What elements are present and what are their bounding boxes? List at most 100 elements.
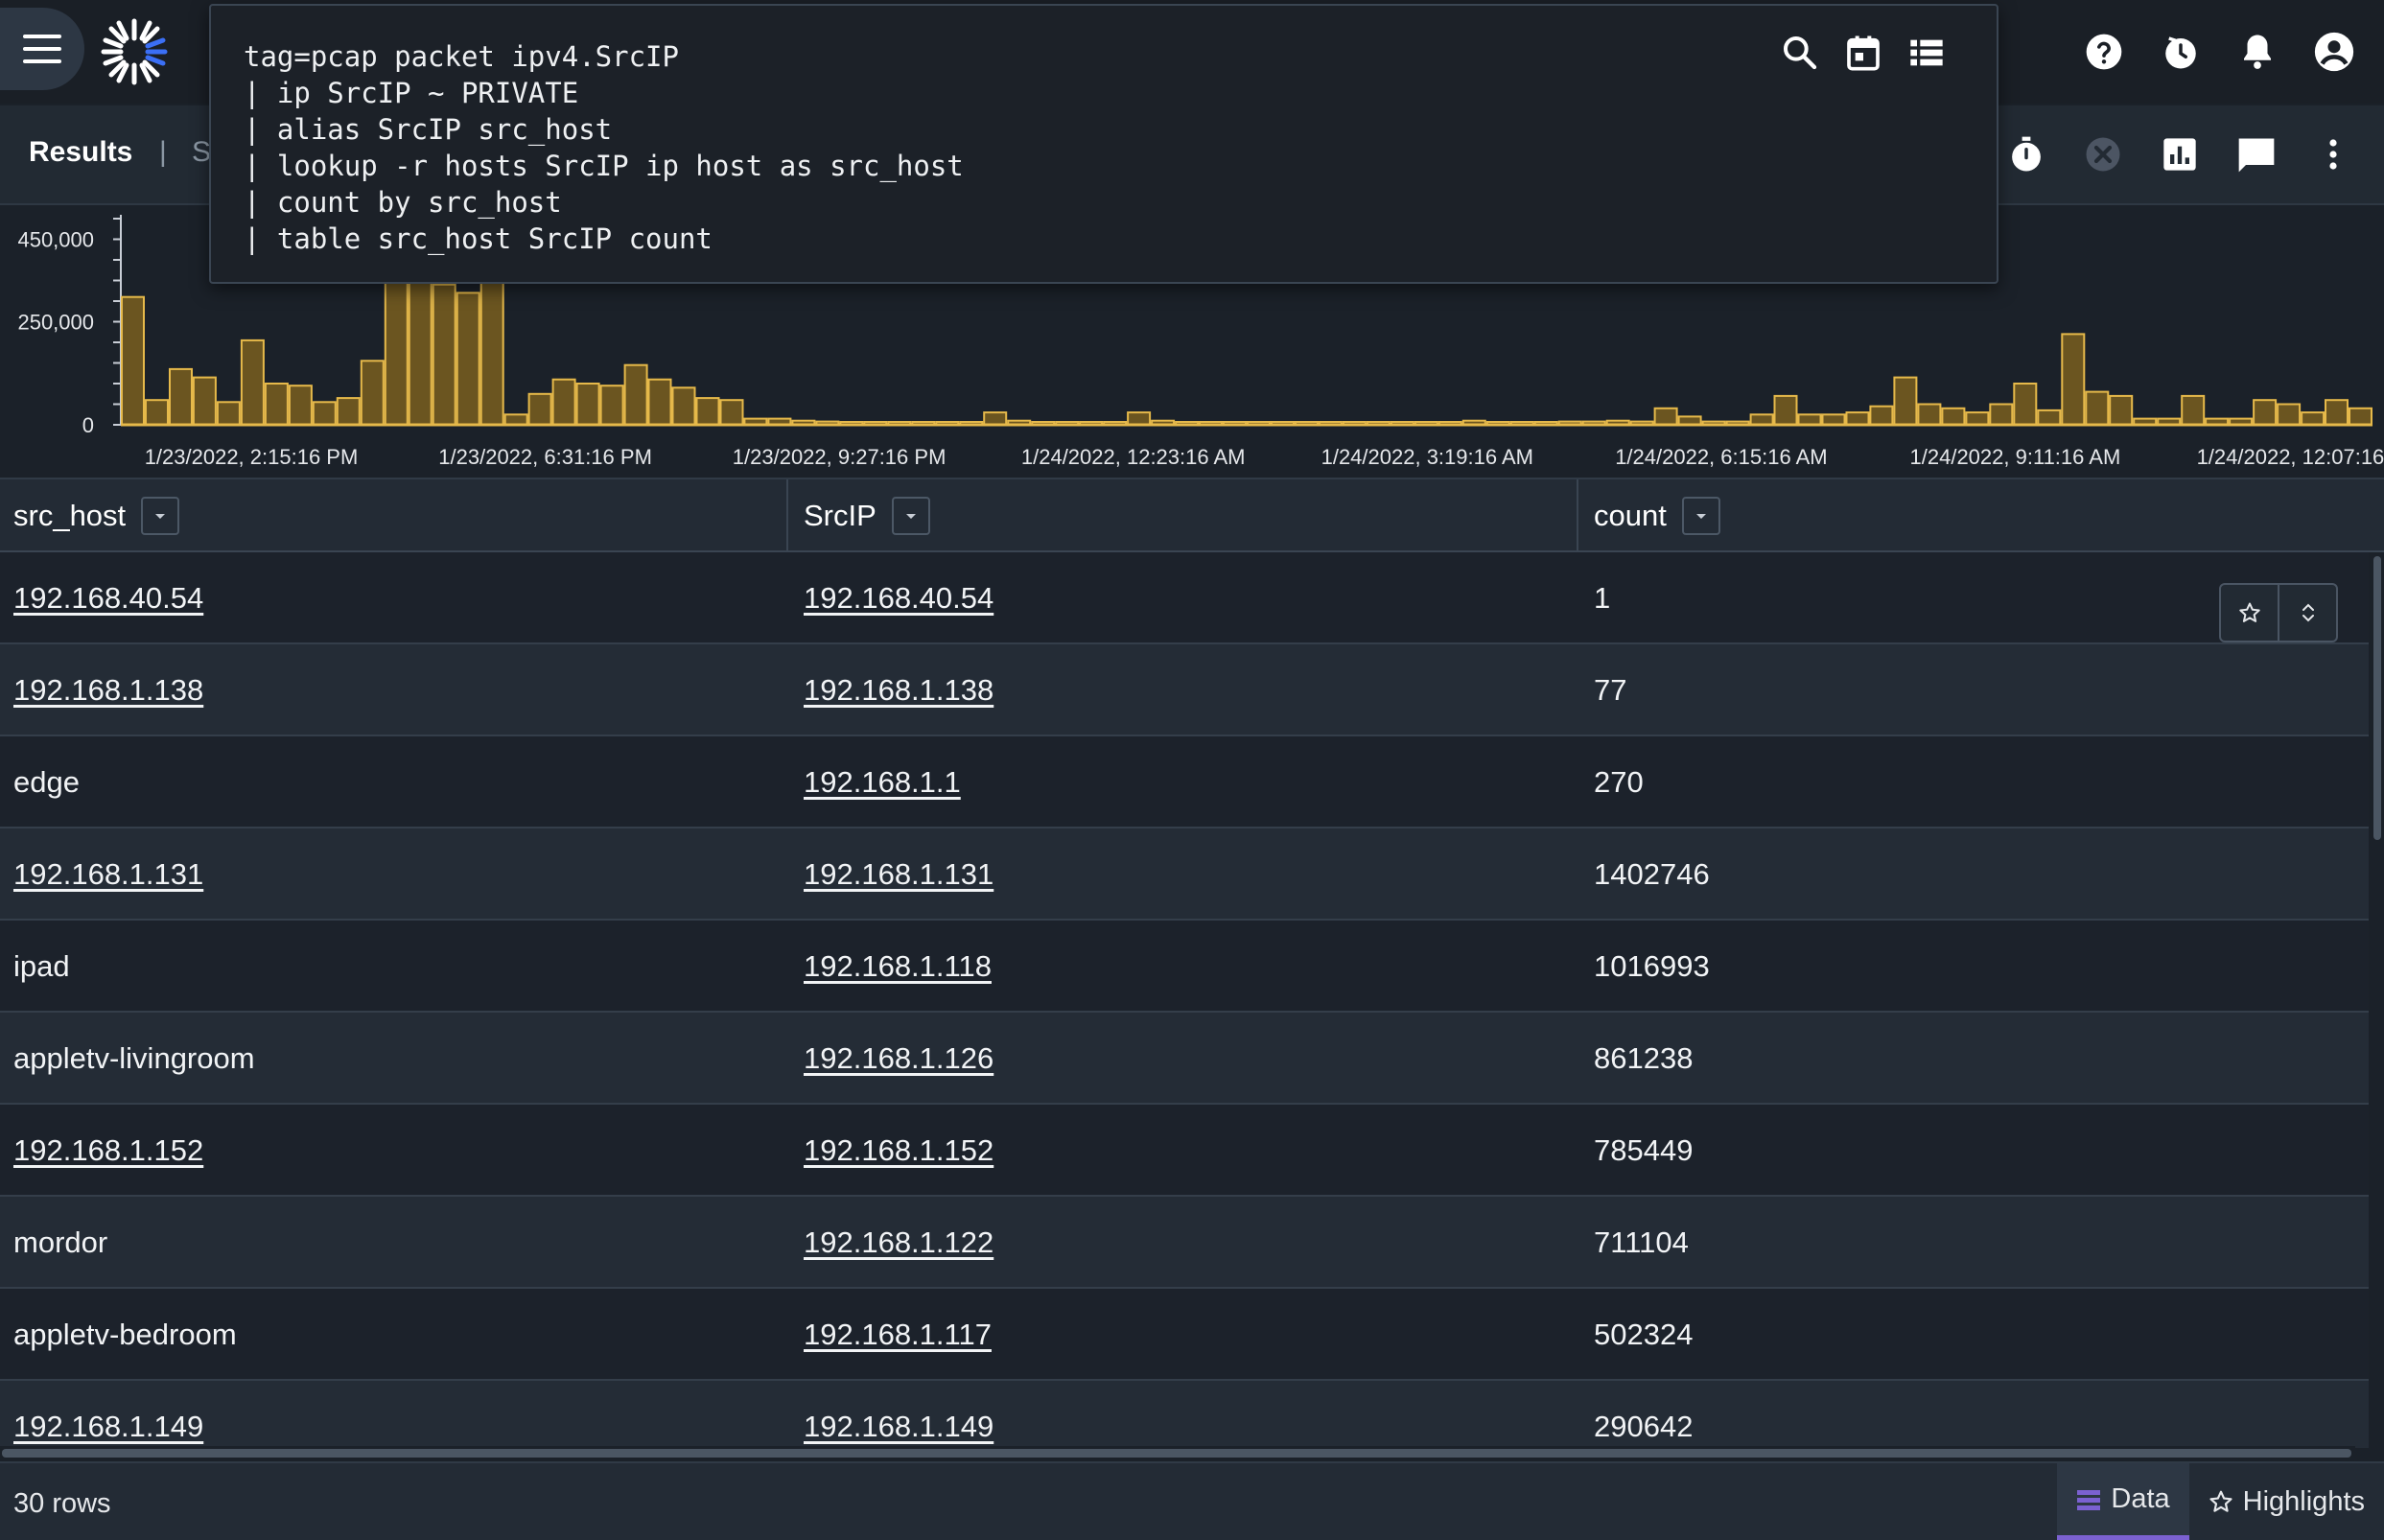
query-line[interactable]: | count by src_host xyxy=(244,184,964,221)
column-filter-button[interactable] xyxy=(891,497,930,535)
cell-srcip[interactable]: 192.168.1.152 xyxy=(804,1105,993,1197)
cell-src-host[interactable]: 192.168.40.54 xyxy=(13,552,203,644)
star-row-button[interactable] xyxy=(2221,585,2278,641)
histogram-bar[interactable] xyxy=(695,397,720,427)
table-row[interactable]: appletv-livingroom 192.168.1.126 861238 xyxy=(0,1013,2369,1105)
search-button[interactable] xyxy=(1778,31,1822,75)
histogram-bar[interactable] xyxy=(1749,413,1774,427)
table-row[interactable]: 192.168.1.152 192.168.1.152 785449 xyxy=(0,1105,2369,1197)
results-tab[interactable]: Results xyxy=(29,136,132,169)
horizontal-scrollbar[interactable] xyxy=(0,1446,2355,1459)
histogram-bar[interactable] xyxy=(240,338,265,426)
table-row[interactable]: appletv-bedroom 192.168.1.117 502324 xyxy=(0,1289,2369,1381)
histogram-bar[interactable] xyxy=(599,385,624,426)
cell-srcip[interactable]: 192.168.1.118 xyxy=(804,921,992,1013)
histogram-bar[interactable] xyxy=(1845,411,1870,427)
cell-srcip[interactable]: 192.168.1.122 xyxy=(804,1197,993,1289)
histogram-bar[interactable] xyxy=(1821,413,1846,427)
histogram-bar[interactable] xyxy=(121,295,145,426)
horizontal-scrollbar-thumb[interactable] xyxy=(2,1449,2351,1458)
comment-button[interactable] xyxy=(2232,130,2280,178)
histogram-bar[interactable] xyxy=(1893,376,1918,427)
histogram-bar[interactable] xyxy=(2013,383,2038,426)
histogram-bar[interactable] xyxy=(432,283,456,426)
query-line[interactable]: | table src_host SrcIP count xyxy=(244,221,964,257)
table-row[interactable]: 192.168.1.138 192.168.1.138 77 xyxy=(0,644,2369,736)
table-row[interactable]: 192.168.1.149 192.168.1.149 290642 xyxy=(0,1381,2369,1448)
cell-srcip[interactable]: 192.168.1.149 xyxy=(804,1381,993,1448)
cell-src-host[interactable]: 192.168.1.149 xyxy=(13,1381,203,1448)
histogram-bar[interactable] xyxy=(2061,333,2086,426)
account-button[interactable] xyxy=(2311,21,2357,82)
column-filter-button[interactable] xyxy=(141,497,180,535)
histogram-bar[interactable] xyxy=(671,386,696,427)
histogram-bar[interactable] xyxy=(983,411,1008,427)
histogram-bar[interactable] xyxy=(192,376,217,427)
histogram-bar[interactable] xyxy=(2037,408,2062,426)
query-line[interactable]: | ip SrcIP ~ PRIVATE xyxy=(244,75,964,111)
column-header-srcip[interactable]: SrcIP xyxy=(788,479,1578,552)
table-row[interactable]: mordor 192.168.1.122 711104 xyxy=(0,1197,2369,1289)
query-line[interactable]: tag=pcap packet ipv4.SrcIP xyxy=(244,38,964,75)
history-button[interactable] xyxy=(2158,21,2204,82)
histogram-bar[interactable] xyxy=(1869,405,1894,426)
tab-data[interactable]: Data xyxy=(2057,1463,2189,1540)
histogram-bar[interactable] xyxy=(719,399,744,426)
more-options-button[interactable] xyxy=(2309,130,2357,178)
query-text[interactable]: tag=pcap packet ipv4.SrcIP | ip SrcIP ~ P… xyxy=(244,38,964,257)
expand-row-button[interactable] xyxy=(2278,585,2336,641)
histogram-bar[interactable] xyxy=(1653,407,1678,427)
query-line[interactable]: | lookup -r hosts SrcIP ip host as src_h… xyxy=(244,148,964,184)
histogram-bar[interactable] xyxy=(647,378,672,426)
cell-srcip[interactable]: 192.168.1.117 xyxy=(804,1289,992,1381)
query-line[interactable]: | alias SrcIP src_host xyxy=(244,111,964,148)
cancel-search-button[interactable] xyxy=(2079,130,2127,178)
histogram-bar[interactable] xyxy=(2085,390,2110,427)
vertical-scrollbar[interactable] xyxy=(2371,552,2384,1448)
notifications-button[interactable] xyxy=(2234,21,2280,82)
chart-button[interactable] xyxy=(2156,130,2204,178)
stats-tab[interactable]: S xyxy=(192,136,211,169)
query-editor[interactable]: tag=pcap packet ipv4.SrcIP | ip SrcIP ~ P… xyxy=(209,4,1998,284)
cell-srcip[interactable]: 192.168.1.1 xyxy=(804,736,961,828)
cell-src-host[interactable]: 192.168.1.152 xyxy=(13,1105,203,1197)
histogram-bar[interactable] xyxy=(575,383,600,426)
histogram-bar[interactable] xyxy=(503,413,528,427)
histogram-bar[interactable] xyxy=(1773,394,1798,426)
cell-srcip[interactable]: 192.168.40.54 xyxy=(804,552,993,644)
help-button[interactable] xyxy=(2081,21,2127,82)
histogram-bar[interactable] xyxy=(288,385,313,426)
timer-button[interactable] xyxy=(2002,130,2050,178)
histogram-bar[interactable] xyxy=(216,401,241,427)
histogram-bar[interactable] xyxy=(2181,394,2206,426)
histogram-bar[interactable] xyxy=(456,292,480,427)
histogram-bar[interactable] xyxy=(2301,411,2326,427)
column-header-count[interactable]: count xyxy=(1578,479,2384,552)
table-row[interactable]: 192.168.40.54 192.168.40.54 1 xyxy=(0,552,2369,644)
table-row[interactable]: edge 192.168.1.1 270 xyxy=(0,736,2369,828)
histogram-bar[interactable] xyxy=(2277,403,2302,426)
histogram-bar[interactable] xyxy=(145,399,169,426)
histogram-bar[interactable] xyxy=(2109,394,2134,426)
cell-src-host[interactable]: 192.168.1.131 xyxy=(13,828,203,921)
histogram-bar[interactable] xyxy=(1127,411,1152,427)
column-header-src-host[interactable]: src_host xyxy=(0,479,788,552)
histogram-bar[interactable] xyxy=(2325,399,2349,426)
tab-highlights[interactable]: Highlights xyxy=(2189,1463,2384,1540)
histogram-bar[interactable] xyxy=(2349,407,2372,427)
histogram-bar[interactable] xyxy=(1941,407,1966,427)
cell-src-host[interactable]: 192.168.1.138 xyxy=(13,644,203,736)
gravwell-starburst-logo[interactable] xyxy=(100,17,169,86)
histogram-bar[interactable] xyxy=(408,279,432,426)
histogram-bar[interactable] xyxy=(1989,403,2014,426)
hamburger-menu-button[interactable] xyxy=(0,8,84,90)
histogram-bar[interactable] xyxy=(264,383,289,426)
histogram-bar[interactable] xyxy=(360,360,385,426)
table-row[interactable]: 192.168.1.131 192.168.1.131 1402746 xyxy=(0,828,2369,921)
histogram-bar[interactable] xyxy=(1965,411,1990,427)
histogram-bar[interactable] xyxy=(169,367,193,426)
histogram-bar[interactable] xyxy=(551,378,576,426)
histogram-bar[interactable] xyxy=(527,392,552,427)
cell-srcip[interactable]: 192.168.1.131 xyxy=(804,828,993,921)
histogram-bar[interactable] xyxy=(623,363,648,426)
